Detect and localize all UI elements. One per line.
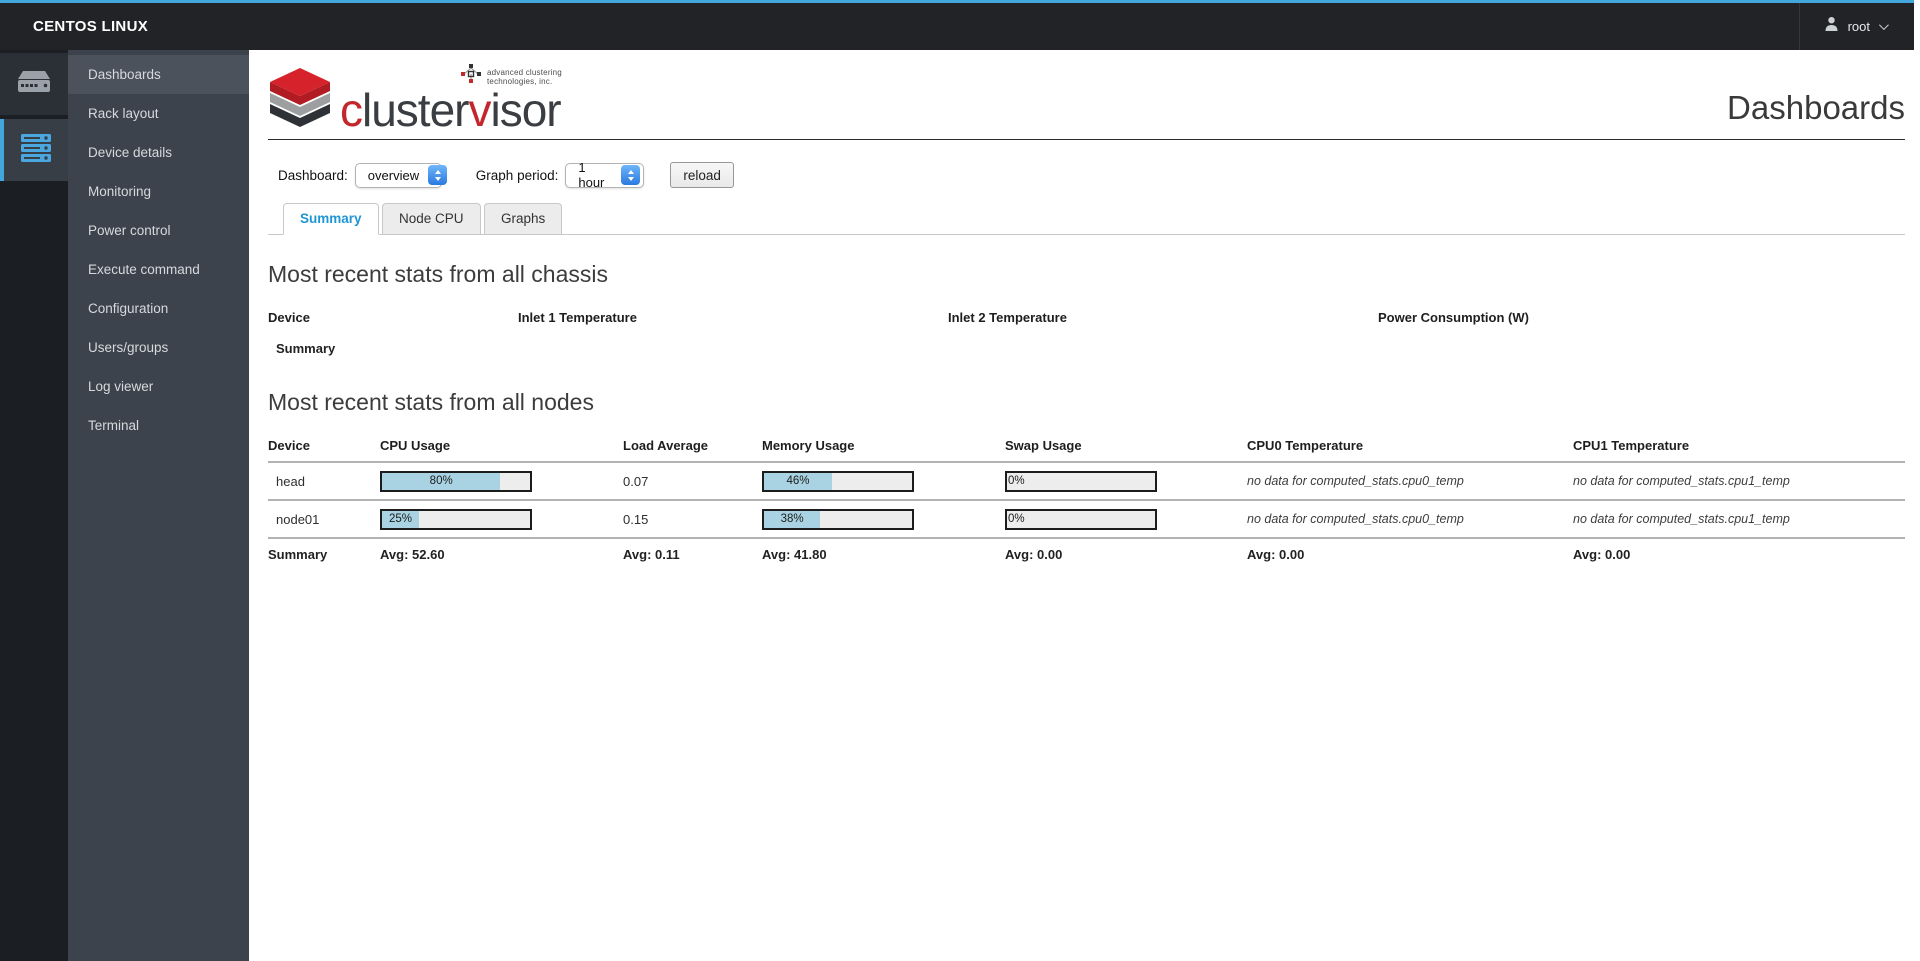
sidebar-item-dashboards[interactable]: Dashboards	[68, 55, 249, 94]
column-header-swap-usage: Swap Usage	[1005, 438, 1082, 453]
nodes-table: Device CPU Usage Load Average Memory Usa…	[268, 430, 1905, 569]
cpu1-temp-value: no data for computed_stats.cpu1_temp	[1573, 499, 1905, 537]
column-header-power: Power Consumption (W)	[1378, 310, 1529, 325]
column-header-device: Device	[268, 310, 310, 325]
chassis-icon	[15, 70, 53, 99]
page-header: advanced clustering technologies, inc. c…	[268, 50, 1905, 140]
column-header-memory-usage: Memory Usage	[762, 438, 855, 453]
column-header-cpu1-temperature: CPU1 Temperature	[1573, 438, 1690, 453]
icon-rail	[0, 50, 68, 961]
reload-button[interactable]: reload	[670, 162, 734, 188]
tagline-line1: advanced clustering	[487, 67, 562, 77]
tab-summary[interactable]: Summary	[283, 203, 379, 235]
user-icon	[1824, 16, 1839, 37]
chassis-table: Device Inlet 1 Temperature Inlet 2 Tempe…	[268, 302, 1905, 363]
rack-icon	[20, 133, 52, 167]
summary-load-avg: Avg: 0.11	[623, 537, 762, 569]
clustervisor-logo: advanced clustering technologies, inc. c…	[268, 64, 562, 133]
summary-cpu0-avg: Avg: 0.00	[1247, 537, 1573, 569]
graph-period-select-label: Graph period:	[475, 167, 559, 183]
chassis-summary-inlet1	[518, 333, 948, 363]
summary-memory-avg: Avg: 41.80	[762, 537, 1005, 569]
column-header-cpu0-temperature: CPU0 Temperature	[1247, 438, 1364, 453]
page-title: Dashboards	[1727, 89, 1905, 126]
dashboard-select-label: Dashboard:	[278, 167, 348, 183]
chevron-down-icon	[1878, 20, 1889, 31]
sidebar-item-configuration[interactable]: Configuration	[68, 289, 249, 328]
memory-usage-bar: 38%	[762, 508, 914, 530]
sidebar-item-users-groups[interactable]: Users/groups	[68, 328, 249, 367]
column-header-device: Device	[268, 438, 310, 453]
cpu0-temp-value: no data for computed_stats.cpu0_temp	[1247, 461, 1573, 499]
nodes-section-heading: Most recent stats from all nodes	[268, 389, 594, 415]
summary-cpu1-avg: Avg: 0.00	[1573, 537, 1905, 569]
sidebar-item-rack-layout[interactable]: Rack layout	[68, 94, 249, 133]
username-label: root	[1847, 19, 1870, 34]
select-stepper-icon	[621, 165, 641, 185]
node-device-name: head	[268, 461, 380, 499]
topbar: CENTOS LINUX root	[0, 0, 1914, 50]
tab-strip: Summary Node CPU Graphs	[268, 203, 1905, 235]
cpu0-temp-value: no data for computed_stats.cpu0_temp	[1247, 499, 1573, 537]
swap-usage-bar: 0%	[1005, 470, 1157, 492]
cpu-usage-bar: 80%	[380, 470, 532, 492]
sidebar-menu: Dashboards Rack layout Device details Mo…	[68, 50, 249, 961]
rail-item-chassis[interactable]	[0, 53, 68, 115]
dashboard-select-value: overview	[367, 167, 420, 183]
brand-title: CENTOS LINUX	[33, 18, 149, 35]
column-header-inlet2: Inlet 2 Temperature	[948, 310, 1067, 325]
cpu-usage-bar: 25%	[380, 508, 532, 530]
graph-period-select-value: 1 hour	[578, 160, 605, 190]
rail-item-racks[interactable]	[0, 119, 68, 181]
chassis-section-heading: Most recent stats from all chassis	[268, 261, 608, 287]
logo-wordmark: clustervisor	[340, 84, 562, 136]
main-content: advanced clustering technologies, inc. c…	[249, 50, 1920, 961]
logo-cube-icon	[268, 66, 332, 133]
column-header-load-average: Load Average	[623, 438, 709, 453]
cpu1-temp-value: no data for computed_stats.cpu1_temp	[1573, 461, 1905, 499]
swap-usage-bar: 0%	[1005, 508, 1157, 530]
dashboard-select[interactable]: overview	[354, 162, 448, 188]
tab-node-cpu[interactable]: Node CPU	[381, 203, 481, 234]
sidebar-item-log-viewer[interactable]: Log viewer	[68, 367, 249, 406]
chassis-summary-device: Summary	[276, 340, 336, 356]
summary-cpu-avg: Avg: 52.60	[380, 537, 623, 569]
node-device-name: node01	[268, 499, 380, 537]
summary-device-label: Summary	[268, 537, 380, 569]
load-average-value: 0.15	[623, 499, 762, 537]
sidebar-item-monitoring[interactable]: Monitoring	[68, 172, 249, 211]
graph-period-select[interactable]: 1 hour	[565, 160, 645, 190]
sidebar-item-terminal[interactable]: Terminal	[68, 406, 249, 445]
column-header-inlet1: Inlet 1 Temperature	[518, 310, 637, 325]
sidebar-item-power-control[interactable]: Power control	[68, 211, 249, 250]
dashboard-controls: Dashboard: overview Graph period: 1 hour…	[278, 160, 1905, 190]
topbar-wrap: CENTOS LINUX root	[0, 0, 1920, 50]
summary-swap-avg: Avg: 0.00	[1005, 537, 1247, 569]
chassis-summary-inlet2	[948, 333, 1378, 363]
sidebar-item-device-details[interactable]: Device details	[68, 133, 249, 172]
chassis-summary-power	[1378, 333, 1905, 363]
memory-usage-bar: 46%	[762, 470, 914, 492]
user-menu[interactable]: root	[1798, 3, 1914, 50]
tab-graphs[interactable]: Graphs	[483, 203, 563, 234]
sidebar-item-execute-command[interactable]: Execute command	[68, 250, 249, 289]
column-header-cpu-usage: CPU Usage	[380, 438, 451, 453]
select-stepper-icon	[428, 165, 448, 185]
load-average-value: 0.07	[623, 461, 762, 499]
